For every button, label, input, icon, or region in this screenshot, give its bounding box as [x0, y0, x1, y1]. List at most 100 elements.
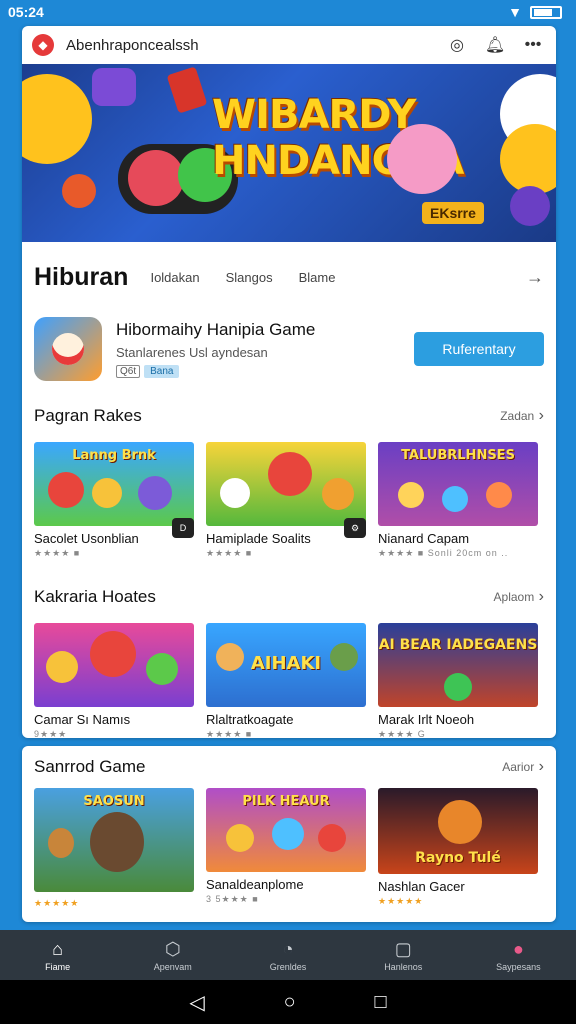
nav-label: Saypesans — [496, 961, 541, 972]
game-tile[interactable]: Rayno Tulé Nashlan Gacer ★★★★★ — [378, 788, 538, 909]
game-rating: ★★★★★ — [34, 898, 80, 908]
game-tile[interactable]: TALUBRLHNSES Nianard Capam ★★★★ ■ Sonli … — [378, 442, 538, 559]
nav-grenldes[interactable]: ◔ Grenldes — [230, 930, 345, 980]
game-rating: 3 5★★★ ■ — [206, 894, 259, 904]
game-name: Nashlan Gacer — [378, 879, 465, 894]
game-thumbnail: AIHAKI — [206, 623, 366, 707]
game-name: Marak Irlt Noeoh — [378, 712, 475, 727]
game-name: Sanaldeanplome — [206, 877, 304, 892]
orb-graphic — [510, 186, 550, 226]
game-tile[interactable]: Hamiplade Soalits ★★★★ ■ ⚙ — [206, 442, 366, 559]
nav-label: Apenvam — [153, 961, 192, 972]
game-rating: ★★★★ ■ — [206, 548, 253, 558]
banner-chip[interactable]: EKsrre — [422, 202, 484, 224]
section-pagran-rakes: Pagran Rakes Zadan Lanng Brnk Sacolet Us… — [22, 400, 556, 559]
featured-app-icon — [34, 317, 102, 381]
tab-ioldakan[interactable]: Ioldakan — [150, 270, 199, 285]
game-name: Hamiplade Soalits — [206, 531, 311, 546]
page-title: Hiburan — [34, 262, 129, 291]
section-header: Pagran Rakes Zadan — [22, 400, 556, 432]
section-header: Kakraria Hoates Aplaom — [22, 581, 556, 613]
game-rating: ★★★★ ■ — [34, 548, 81, 558]
game-tile[interactable]: AIHAKI Rlaltratkoagate ★★★★ ■ — [206, 623, 366, 738]
game-name: Rlaltratkoagate — [206, 712, 294, 727]
main-card: ◆ Abenhraponcealssh ◎ 🔔︎ ••• WIBARDY HND… — [22, 26, 556, 738]
nav-label: Grenldes — [269, 961, 307, 972]
game-tile[interactable]: SAOSUN ★★★★★ — [34, 788, 194, 909]
nav-saypesans[interactable]: ● Saypesans — [461, 930, 576, 980]
home-circle-icon[interactable]: ○ — [284, 991, 296, 1014]
arrow-right-icon[interactable]: → — [526, 267, 544, 288]
card-graphic — [166, 66, 208, 114]
game-tile[interactable]: PILK HEAUR Sanaldeanplome 3 5★★★ ■ — [206, 788, 366, 909]
tile-row: Camar Sı Namıs 9★★★ AIHAKI Rlaltratkoaga… — [22, 623, 556, 738]
nav-home[interactable]: ⌂ Fiame — [0, 930, 115, 980]
game-thumbnail: TALUBRLHNSES — [378, 442, 538, 526]
game-rating: ★★★★ ■ — [206, 729, 253, 738]
game-tile[interactable]: Camar Sı Namıs 9★★★ — [34, 623, 194, 738]
tab-slangos[interactable]: Slangos — [226, 270, 273, 285]
status-icons: ▼ — [508, 4, 562, 20]
game-tile[interactable]: AI BEAR IADEGAENS Marak Irlt Noeoh ★★★★ … — [378, 623, 538, 738]
section-title: Sanrrod Game — [34, 757, 146, 776]
game-thumbnail: SAOSUN — [34, 788, 194, 892]
apps-icon: ◔ — [282, 938, 294, 959]
nav-hanlenos[interactable]: ▢ Hanlenos — [346, 930, 461, 980]
hiburan-header: Hiburan Ioldakan Slangos Blame → — [22, 242, 556, 312]
section-kakraria-hoates: Kakraria Hoates Aplaom Camar Sı Namıs 9★… — [22, 581, 556, 738]
see-more-link[interactable]: Aarior — [502, 758, 544, 776]
get-button[interactable]: Ruferentary — [414, 332, 544, 366]
game-thumbnail: Rayno Tulé — [378, 788, 538, 874]
game-name: Sacolet Usonblian — [34, 531, 139, 546]
url-bar[interactable]: Abenhraponcealssh — [66, 37, 432, 54]
more-icon[interactable]: ••• — [520, 32, 546, 58]
ball-graphic — [62, 174, 96, 208]
tag-category: Bana — [144, 365, 180, 378]
app-logo-icon[interactable]: ◆ — [32, 34, 54, 56]
game-thumbnail: AI BEAR IADEGAENS — [378, 623, 538, 707]
home-icon: ⌂ — [52, 938, 64, 959]
status-bar: 05:24 ▼ — [0, 0, 576, 24]
profile-icon: ● — [512, 938, 524, 959]
featured-app-name: Hibormaihy Hanipia Game — [116, 320, 316, 339]
section-header: Sanrrod Game Aarior — [22, 746, 556, 788]
top-bar: ◆ Abenhraponcealssh ◎ 🔔︎ ••• — [22, 26, 556, 64]
nav-label: Hanlenos — [384, 961, 423, 972]
game-thumbnail — [34, 623, 194, 707]
bell-icon[interactable]: 🔔︎ — [482, 32, 508, 58]
wifi-icon: ▼ — [508, 4, 522, 20]
featured-tags: Q6t Bana — [116, 365, 414, 378]
game-tile[interactable]: Lanng Brnk Sacolet Usonblian ★★★★ ■ D — [34, 442, 194, 559]
coin-graphic — [22, 74, 92, 164]
back-icon[interactable]: ◁ — [189, 990, 204, 1015]
featured-app[interactable]: Hibormaihy Hanipia Game Stanlarenes Usl … — [22, 312, 556, 386]
hero-banner[interactable]: WIBARDY HNDANGAA EKsrre — [22, 64, 556, 242]
section-title: Pagran Rakes — [34, 406, 142, 425]
featured-app-subtitle: Stanlarenes Usl ayndesan — [116, 345, 268, 360]
game-rating: ★★★★ ■ Sonli 20cm on .. — [378, 548, 509, 558]
tile-row: Lanng Brnk Sacolet Usonblian ★★★★ ■ D Ha… — [22, 442, 556, 559]
game-rating: ★★★★ G — [378, 729, 426, 738]
recents-icon[interactable]: □ — [374, 991, 386, 1014]
see-more-link[interactable]: Zadan — [500, 407, 544, 425]
bottom-nav: ⌂ Fiame ⬡ Apenvam ◔ Grenldes ▢ Hanlenos … — [0, 930, 576, 980]
tile-row: SAOSUN ★★★★★ PILK HEAUR Sanaldeanplome 3… — [22, 788, 556, 909]
tab-blame[interactable]: Blame — [299, 270, 336, 285]
record-icon[interactable]: ◎ — [444, 32, 470, 58]
tag-age: Q6t — [116, 365, 141, 378]
see-more-link[interactable]: Aplaom — [494, 588, 544, 606]
game-thumbnail: Lanng Brnk — [34, 442, 194, 526]
platform-badge-icon: D — [172, 518, 194, 538]
sanrrod-card: Sanrrod Game Aarior SAOSUN ★★★★★ PILK HE… — [22, 746, 556, 922]
game-rating: 9★★★ — [34, 729, 68, 738]
battery-icon — [530, 5, 562, 19]
featured-app-text: Hibormaihy Hanipia Game Stanlarenes Usl … — [116, 320, 414, 378]
game-thumbnail: PILK HEAUR — [206, 788, 366, 872]
games-icon: ⬡ — [164, 938, 181, 959]
game-name: Camar Sı Namıs — [34, 712, 131, 727]
platform-badge-icon: ⚙ — [344, 518, 366, 538]
nav-apenvam[interactable]: ⬡ Apenvam — [115, 930, 230, 980]
section-title: Kakraria Hoates — [34, 587, 156, 606]
game-thumbnail — [206, 442, 366, 526]
system-nav-bar: ◁ ○ □ — [0, 980, 576, 1024]
